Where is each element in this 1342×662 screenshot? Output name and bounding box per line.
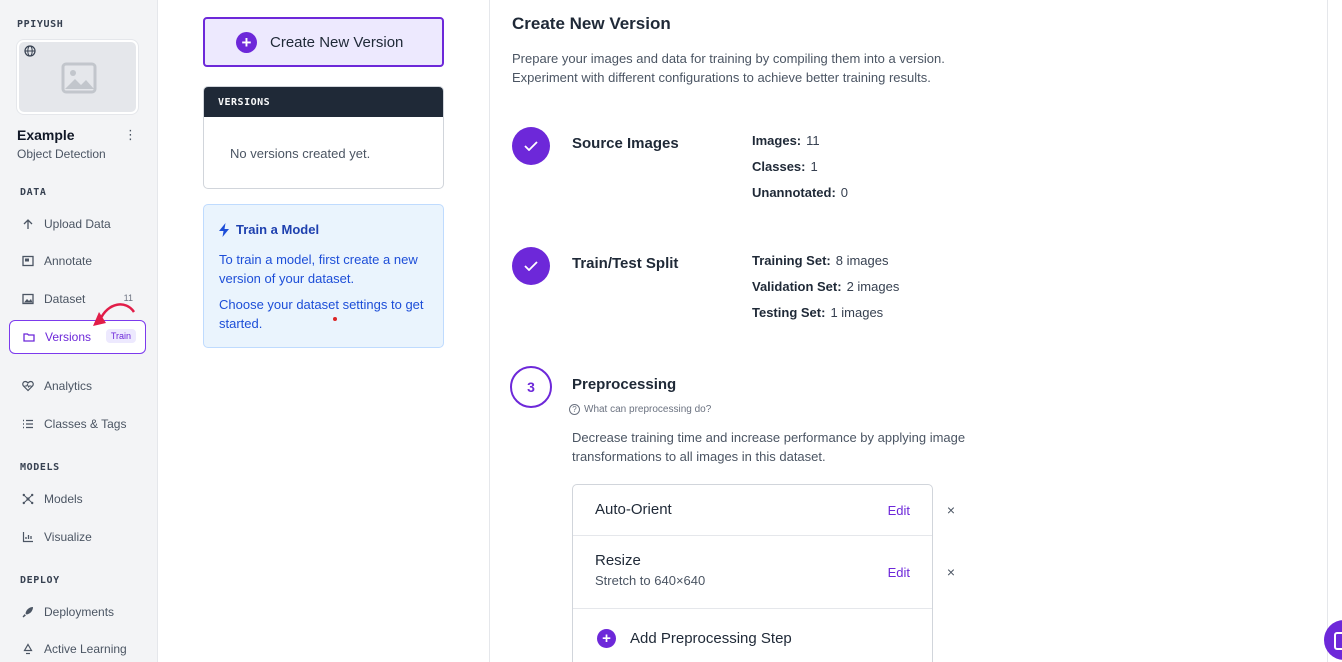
sidebar-item-label: Deployments xyxy=(44,605,115,619)
stat-classes: Classes: 1 xyxy=(752,159,818,174)
workspace-name[interactable]: PPIYUSH xyxy=(17,19,63,30)
stat-unannotated: Unannotated: 0 xyxy=(752,185,849,200)
annotate-icon xyxy=(21,254,35,268)
chart-icon xyxy=(21,530,35,544)
sidebar-item-label: Versions xyxy=(45,330,92,344)
folder-icon xyxy=(22,330,36,344)
remove-resize-close-icon[interactable]: × xyxy=(945,564,957,580)
plus-icon: + xyxy=(597,629,616,648)
versions-empty-text: No versions created yet. xyxy=(230,146,371,161)
sidebar: PPIYUSH Example ⋮ Object Detection DATA … xyxy=(0,0,158,662)
train-model-info-card: Train a Model To train a model, first cr… xyxy=(203,204,444,348)
right-edge-divider xyxy=(1327,0,1328,662)
section-label-models: MODELS xyxy=(20,462,60,473)
help-icon: ? xyxy=(569,404,580,415)
upload-icon xyxy=(21,217,35,231)
stat-training-set: Training Set: 8 images xyxy=(752,253,889,268)
add-preprocessing-step-label: Add Preprocessing Step xyxy=(630,630,792,647)
page-description-line2: Experiment with different configurations… xyxy=(512,70,931,85)
train-title: Train a Model xyxy=(218,222,319,237)
add-preprocessing-step-button[interactable]: + Add Preprocessing Step xyxy=(597,629,792,648)
stat-testing-set: Testing Set: 1 images xyxy=(752,305,884,320)
sidebar-item-label: Visualize xyxy=(44,530,92,544)
dataset-count: 11 xyxy=(123,293,133,303)
preprocessing-row-auto-orient: Auto-Orient Edit xyxy=(573,485,932,536)
section-label-data: DATA xyxy=(20,187,47,198)
preprocessing-name: Auto-Orient xyxy=(595,501,672,518)
cursor-dot xyxy=(333,317,337,321)
train-text-line1: To train a model, first create a new ver… xyxy=(219,252,418,286)
versions-list-card: VERSIONS No versions created yet. xyxy=(203,86,444,189)
sidebar-item-label: Analytics xyxy=(44,379,93,393)
preprocessing-row-resize: Resize Stretch to 640×640 Edit xyxy=(573,536,932,609)
more-options-icon[interactable]: ⋮ xyxy=(124,128,137,142)
project-name: Example xyxy=(17,127,75,143)
sidebar-item-label: Annotate xyxy=(44,254,93,268)
edit-resize-button[interactable]: Edit xyxy=(888,565,910,580)
section-label-deploy: DEPLOY xyxy=(20,575,60,586)
preprocessing-subtext: Stretch to 640×640 xyxy=(595,573,706,588)
stat-images: Images: 11 xyxy=(752,133,820,148)
page-description: Prepare your images and data for trainin… xyxy=(512,49,1032,87)
train-title-text: Train a Model xyxy=(236,222,320,237)
plus-icon: + xyxy=(236,31,257,53)
step-title-preprocessing: Preprocessing xyxy=(572,376,677,393)
stat-validation-set: Validation Set: 2 images xyxy=(752,279,900,294)
sidebar-item-versions[interactable]: Versions Train xyxy=(9,320,146,354)
step-title-train-test-split[interactable]: Train/Test Split xyxy=(572,255,678,272)
sidebar-item-active-learning[interactable]: Active Learning xyxy=(9,632,146,662)
remove-auto-orient-close-icon[interactable]: × xyxy=(945,502,957,518)
preprocessing-name: Resize xyxy=(595,552,641,569)
step-train-test-split-check xyxy=(512,247,550,285)
sidebar-item-dataset[interactable]: Dataset 11 xyxy=(9,282,146,316)
sidebar-item-label: Classes & Tags xyxy=(44,417,127,431)
help-link-text: What can preprocessing do? xyxy=(584,404,712,415)
models-icon xyxy=(21,492,35,506)
list-icon xyxy=(21,417,35,431)
sidebar-item-annotate[interactable]: Annotate xyxy=(9,244,146,278)
sidebar-item-deployments[interactable]: Deployments xyxy=(9,595,146,629)
heart-pulse-icon xyxy=(21,379,35,393)
project-type: Object Detection xyxy=(17,147,106,161)
sidebar-item-upload-data[interactable]: Upload Data xyxy=(9,207,146,241)
preprocessing-description: Decrease training time and increase perf… xyxy=(572,430,966,464)
page-description-line1: Prepare your images and data for trainin… xyxy=(512,51,945,66)
create-new-version-button[interactable]: + Create New Version xyxy=(203,17,444,67)
preprocessing-help-link[interactable]: ? What can preprocessing do? xyxy=(569,404,711,415)
sidebar-item-label: Active Learning xyxy=(44,642,127,656)
sidebar-item-visualize[interactable]: Visualize xyxy=(9,520,146,554)
train-badge: Train xyxy=(105,329,136,343)
lightning-icon xyxy=(219,222,229,237)
step-number-3: 3 xyxy=(510,366,552,408)
check-icon xyxy=(524,141,538,151)
sidebar-item-analytics[interactable]: Analytics xyxy=(9,369,146,403)
create-new-version-label: Create New Version xyxy=(270,33,404,51)
page-title: Create New Version xyxy=(512,14,671,33)
step-source-images-check xyxy=(512,127,550,165)
edit-auto-orient-button[interactable]: Edit xyxy=(888,503,910,518)
train-text-line2: Choose your dataset settings to get star… xyxy=(219,297,424,331)
project-thumbnail[interactable] xyxy=(17,40,138,114)
rocket-icon xyxy=(21,605,35,619)
globe-icon xyxy=(24,45,36,57)
preprocessing-steps-card: Auto-Orient Edit Resize Stretch to 640×6… xyxy=(572,484,933,662)
sidebar-item-label: Models xyxy=(44,492,83,506)
recycle-icon xyxy=(21,642,35,656)
sidebar-item-label: Upload Data xyxy=(44,217,111,231)
check-icon xyxy=(524,261,538,271)
image-placeholder-icon xyxy=(61,62,97,94)
sidebar-item-label: Dataset xyxy=(44,292,86,306)
sidebar-item-models[interactable]: Models xyxy=(9,482,146,516)
image-icon xyxy=(21,292,35,306)
step-title-source-images[interactable]: Source Images xyxy=(572,135,679,152)
versions-header: VERSIONS xyxy=(204,87,443,117)
column-divider xyxy=(489,0,490,662)
sidebar-item-classes-tags[interactable]: Classes & Tags xyxy=(9,407,146,441)
